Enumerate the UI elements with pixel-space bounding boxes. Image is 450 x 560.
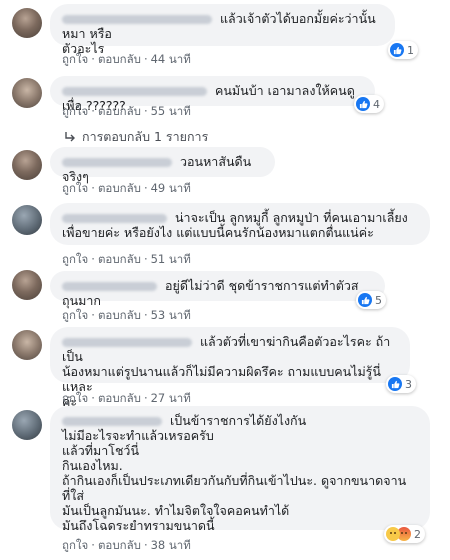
like-reaction-icon <box>356 97 370 111</box>
comment-bubble: แล้วเจ้าตัวได้บอกมั้ยค่ะว่านั้นหมา หรือ … <box>50 4 395 56</box>
commenter-name[interactable] <box>62 338 192 347</box>
like-reaction-icon <box>388 377 402 391</box>
commenter-name[interactable] <box>62 417 162 426</box>
like-link[interactable]: ถูกใจ <box>62 252 88 266</box>
comment-bubble: อยู่ดีไม่ว่าดี ชุดข้าราชการแต่ทำตัวสถุนม… <box>50 271 385 308</box>
comment-actions: ถูกใจ · ตอบกลับ · 44 นาที <box>62 52 191 66</box>
commenter-name[interactable] <box>62 15 212 24</box>
timestamp[interactable]: 44 นาที <box>151 52 191 66</box>
timestamp[interactable]: 27 นาที <box>151 391 191 405</box>
like-link[interactable]: ถูกใจ <box>62 104 88 118</box>
reaction-count[interactable]: 5 <box>356 291 386 309</box>
reply-link[interactable]: ตอบกลับ <box>98 104 141 118</box>
avatar[interactable] <box>12 330 42 360</box>
reply-link[interactable]: ตอบกลับ <box>98 538 141 552</box>
comment-bubble: คนมันบ้า เอามาลงให้คนดู เพื่อ ?????? <box>50 76 375 113</box>
reply-arrow-icon <box>65 132 75 142</box>
reply-link[interactable]: ตอบกลับ <box>98 52 141 66</box>
comment-bubble: เป็นข้าราชการได้ยังไงกัน ไม่มีอะไรจะทำแล… <box>50 406 430 533</box>
avatar[interactable] <box>12 8 42 38</box>
like-link[interactable]: ถูกใจ <box>62 181 88 195</box>
avatar[interactable] <box>12 78 42 108</box>
view-replies-link[interactable]: การตอบกลับ 1 รายการ <box>64 127 208 147</box>
comment-bubble: น่าจะเป็น ลูกหมูกี้ ลูกหมูป่า ที่คนเอามา… <box>50 203 430 245</box>
commenter-name[interactable] <box>62 214 167 223</box>
reply-link[interactable]: ตอบกลับ <box>98 308 141 322</box>
timestamp[interactable]: 49 นาที <box>151 181 191 195</box>
reply-link[interactable]: ตอบกลับ <box>98 391 141 405</box>
reply-link[interactable]: ตอบกลับ <box>98 252 141 266</box>
reply-link[interactable]: ตอบกลับ <box>98 181 141 195</box>
like-reaction-icon <box>358 293 372 307</box>
avatar[interactable] <box>12 150 42 180</box>
reaction-count[interactable]: 1 <box>388 41 418 59</box>
avatar[interactable] <box>12 205 42 235</box>
comment-text: เป็นข้าราชการได้ยังไงกัน ไม่มีอะไรจะทำแล… <box>62 413 407 533</box>
avatar[interactable] <box>12 270 42 300</box>
timestamp[interactable]: 53 นาที <box>151 308 191 322</box>
reaction-count[interactable]: 4 <box>354 95 384 113</box>
comment-actions: ถูกใจ · ตอบกลับ · 38 นาที <box>62 538 191 552</box>
commenter-name[interactable] <box>62 282 157 291</box>
like-reaction-icon <box>390 43 404 57</box>
avatar[interactable] <box>12 410 42 440</box>
sad-reaction-icon <box>386 527 400 541</box>
comment-actions: ถูกใจ · ตอบกลับ · 51 นาที <box>62 252 191 266</box>
comment-actions: ถูกใจ · ตอบกลับ · 53 นาที <box>62 308 191 322</box>
comment-actions: ถูกใจ · ตอบกลับ · 55 นาที <box>62 104 191 118</box>
comment-bubble: วอนหาสันดืนจริงๆ <box>50 147 275 184</box>
commenter-name[interactable] <box>62 87 207 96</box>
timestamp[interactable]: 38 นาที <box>151 538 191 552</box>
like-link[interactable]: ถูกใจ <box>62 538 88 552</box>
reaction-count[interactable]: 3 <box>386 375 416 393</box>
comment-actions: ถูกใจ · ตอบกลับ · 49 นาที <box>62 181 191 195</box>
comment-bubble: แล้วตัวที่เขาฆ่ากินคือตัวอะไรคะ ถ้าเป็น … <box>50 327 410 409</box>
timestamp[interactable]: 55 นาที <box>151 104 191 118</box>
commenter-name[interactable] <box>62 158 172 167</box>
like-link[interactable]: ถูกใจ <box>62 391 88 405</box>
timestamp[interactable]: 51 นาที <box>151 252 191 266</box>
reaction-count[interactable]: 2 <box>384 525 425 543</box>
like-link[interactable]: ถูกใจ <box>62 308 88 322</box>
like-link[interactable]: ถูกใจ <box>62 52 88 66</box>
